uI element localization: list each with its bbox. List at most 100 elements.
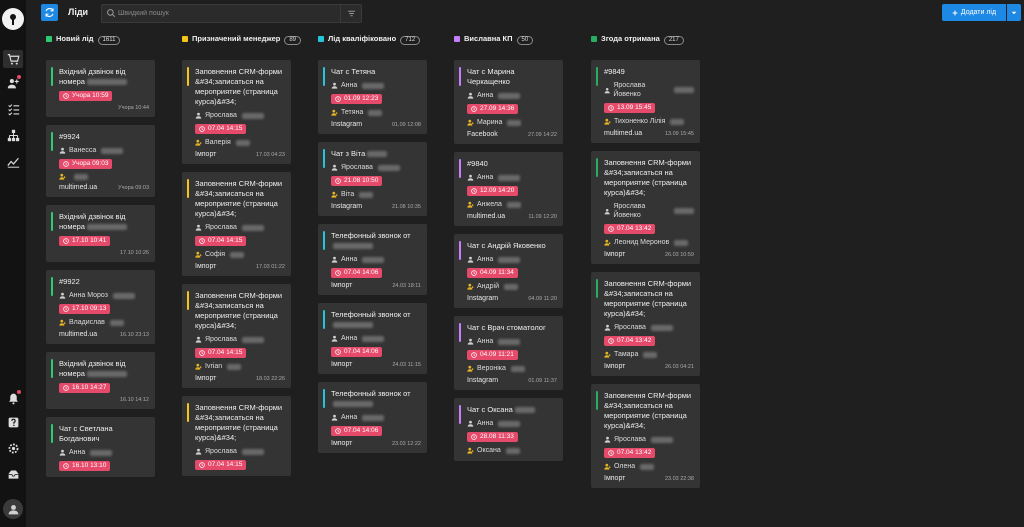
lead-card[interactable]: Чат с Светлана Богданович Анна 16.10 13:10 [46,417,155,477]
clock-icon [63,306,69,312]
card-color-bar [187,403,189,422]
lead-card[interactable]: Заповнення CRM-форми &#34;записаться на … [182,60,291,164]
card-timestamp: 21.08 10:35 [391,204,421,210]
inbox-icon [8,469,18,479]
clock-icon [335,178,341,184]
redacted-text [674,239,689,246]
sidebar [0,0,26,527]
sidebar-item-org-chart[interactable] [3,126,23,144]
deadline-badge: 01.09 12:23 [331,94,383,104]
lead-card[interactable]: Заповнення CRM-форми &#34;записаться на … [182,172,291,276]
lead-card[interactable]: Вхідний дзвінок від номера Учора 10:59 Учо… [46,60,155,117]
plus-icon [952,10,958,15]
redacted-text [362,414,385,421]
card-contact: Анна [331,81,421,90]
card-manager: Олена [604,462,694,471]
card-manager: Анжела [467,200,557,209]
card-title: #9924 [59,132,80,141]
card-manager: Ivrian [195,362,285,371]
lead-card[interactable]: Чат з Віта Ярослава 21.08 10:50 Віта Instagr… [318,142,427,216]
deadline-badge: 07.04 14:15 [195,124,247,134]
search-input[interactable] [118,5,338,22]
filter-icon[interactable] [340,5,361,22]
card-manager: Валерія [195,138,285,147]
redacted-text [670,118,685,125]
add-lead-button[interactable]: Додати лід [942,4,1006,21]
lead-card[interactable]: Вхідний дзвінок від номера 16.10 14:27 16.… [46,352,155,409]
card-color-bar [459,241,461,260]
column-3: Лід кваліфіковано 712 Чат с Тетяна Анна 01.0… [318,34,458,527]
lead-card[interactable]: Телефонный звонок от Анна 07.04 14:06 Імпор… [318,382,427,453]
card-title: Телефонный звонок от [331,310,421,330]
refresh-button[interactable] [41,4,58,21]
card-title: Чат с Светлана Богданович [59,424,113,443]
card-title: Чат з Віта [331,149,421,159]
lead-card[interactable]: Телефонный звонок от Анна 07.04 14:06 Імпор… [318,303,427,374]
column-header: Лід кваліфіковано 712 [318,34,458,60]
clock-icon [471,188,477,194]
redacted-text [514,407,535,414]
lead-card[interactable]: Заповнення CRM-форми &#34;записаться на … [591,384,700,488]
card-manager: Марина [467,118,557,127]
card-color-bar [596,67,598,86]
lead-card[interactable]: #9922 Анна Мороз 17.10 09:13 Владислав multi… [46,270,155,344]
card-source: Імпорт [331,440,353,447]
lead-card[interactable]: Заповнення CRM-форми &#34;записаться на … [182,396,291,476]
deadline-badge: 12.09 14:20 [467,186,519,196]
sidebar-item-user-add[interactable] [3,74,23,92]
deadline-badge: Учора 09:03 [59,159,113,169]
card-color-bar [323,231,325,250]
sidebar-item-settings[interactable] [3,439,23,457]
contact-icon [467,420,474,427]
lead-card[interactable]: Чат с Марина Черкащенко Анна 27.09 14:36 Ма… [454,60,563,144]
add-lead-dropdown[interactable] [1007,4,1021,21]
lead-card[interactable]: #9849 Ярослава Йовенко 13.09 15:45 Тихоненк… [591,60,700,143]
logo[interactable] [2,8,24,30]
deadline-badge: 07.04 14:15 [195,460,247,470]
redacted-text [498,174,521,181]
card-color-bar [323,67,325,86]
redacted-text [503,283,518,290]
clock-icon [63,93,69,99]
card-source: Instagram [331,121,363,128]
column-title: Виславна КП [464,34,513,43]
redacted-text [510,365,525,372]
lead-card[interactable]: #9924 Ванесса Учора 09:03 multimed.ua Учора… [46,125,155,197]
clock-icon [199,238,205,244]
lead-card[interactable]: Заповнення CRM-форми &#34;записаться на … [591,151,700,264]
lead-card[interactable]: Чат с Оксана Анна 28.08 11:33 Оксана [454,398,563,461]
column-count: 217 [663,35,684,45]
lead-card[interactable]: Чат с Врач стоматолог Анна 04.09 11:21 Веро… [454,316,563,390]
manager-icon [331,191,338,198]
deadline-badge: 16.10 14:27 [59,383,111,393]
card-timestamp: 23.03 22:38 [664,476,694,482]
avatar[interactable] [3,499,23,519]
redacted-text [362,335,385,342]
lead-card[interactable]: #9840 Анна 12.09 14:20 Анжела multimed.ua 11.… [454,152,563,226]
redacted-text [498,420,521,427]
card-timestamp: 24.03 11:15 [392,362,421,368]
clock-icon [471,270,477,276]
lead-card[interactable]: Заповнення CRM-форми &#34;записаться на … [182,284,291,388]
redacted-text [74,173,88,180]
lead-card[interactable]: Чат с Тетяна Анна 01.09 12:23 Тетяна Instagr… [318,60,427,134]
sidebar-item-checklist[interactable] [3,100,23,118]
column-color-marker [454,35,460,42]
sidebar-item-inbox[interactable] [3,465,23,483]
lead-card[interactable]: Вхідний дзвінок від номера 17.10 10:41 17.… [46,205,155,262]
sidebar-item-cart[interactable] [3,50,23,68]
sidebar-item-analytics[interactable] [3,152,23,170]
column-color-marker [318,35,324,42]
sidebar-item-bell[interactable] [3,389,23,407]
lead-card[interactable]: Телефонный звонок от Анна 07.04 14:06 Імпор… [318,224,427,295]
lead-card[interactable]: Чат с Андрій Яковенко Анна 04.09 11:34 Андр… [454,234,563,308]
sidebar-item-help[interactable] [3,413,23,431]
manager-icon [467,201,474,208]
lead-card[interactable]: Заповнення CRM-форми &#34;записаться на … [591,272,700,376]
manager-icon [604,239,611,246]
deadline-badge: 04.09 11:34 [467,268,518,278]
card-contact: Ярослава Йовенко [604,81,694,99]
manager-icon [467,365,474,372]
card-timestamp: 17.03 01:22 [255,264,285,270]
redacted-text [227,363,242,370]
